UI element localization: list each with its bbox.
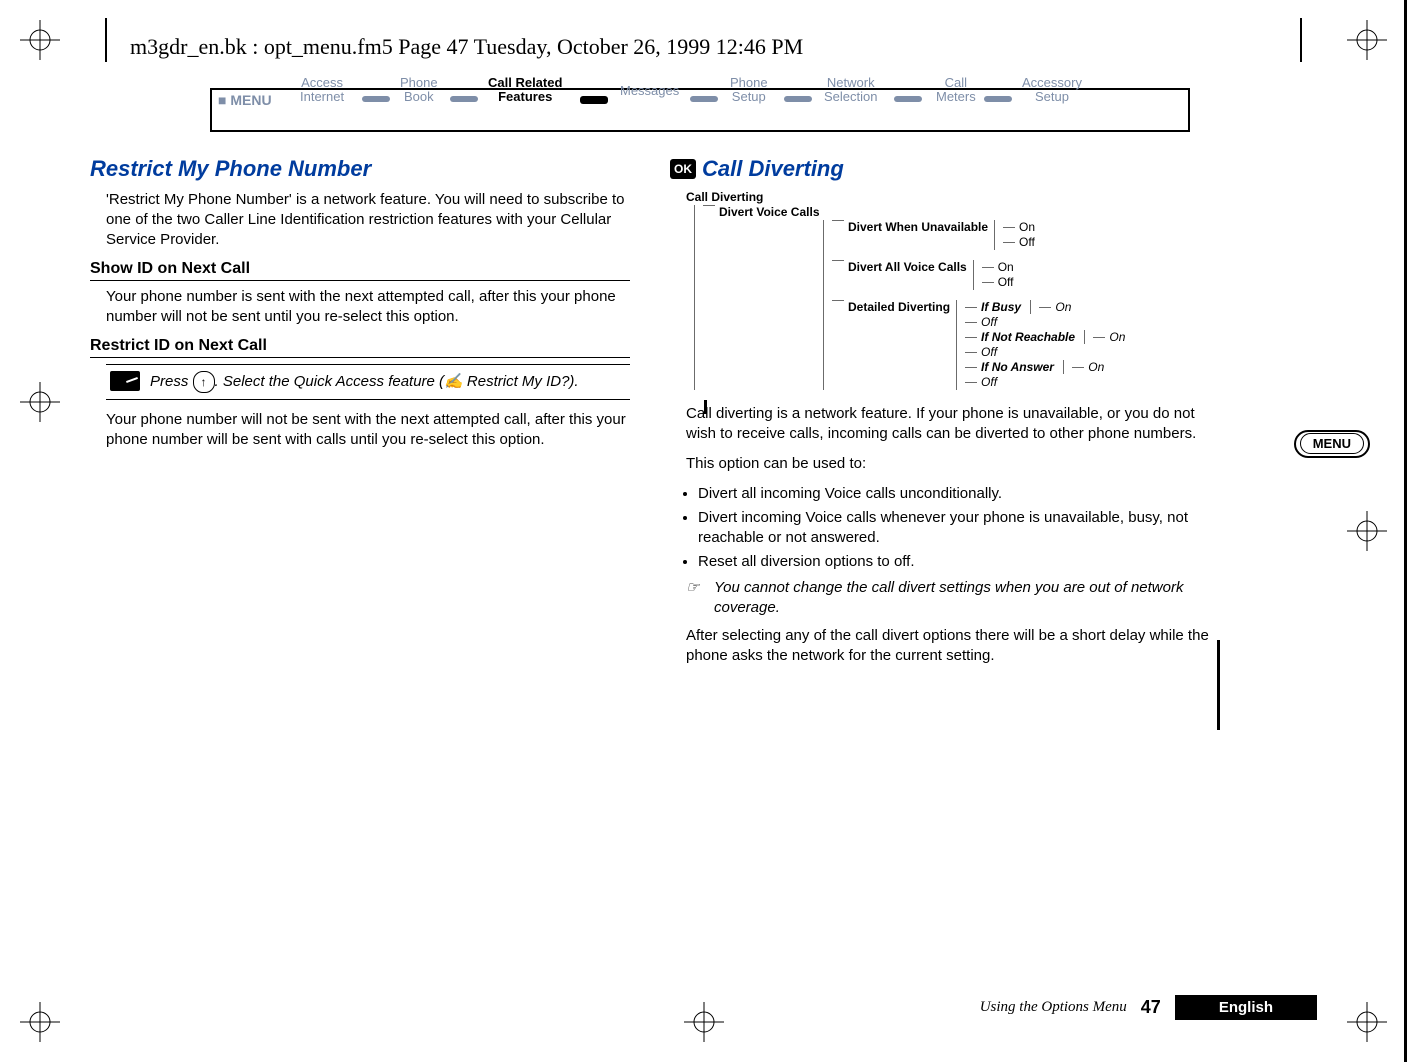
quick-access-box: Press ↑. Select the Quick Access feature… — [106, 364, 630, 400]
crop-mark-icon — [20, 382, 60, 422]
menu-item-call-related-features[interactable]: Call RelatedFeatures — [488, 76, 562, 104]
side-menu-button[interactable]: MENU — [1294, 430, 1370, 458]
subhead-show-id: Show ID on Next Call — [90, 260, 630, 281]
bullet-item: Divert all incoming Voice calls uncondit… — [698, 484, 1210, 504]
diverting-bullets: Divert all incoming Voice calls uncondit… — [698, 484, 1210, 572]
section-title-diverting: OK Call Diverting — [670, 156, 1210, 182]
footer-section: Using the Options Menu — [980, 999, 1127, 1016]
section-title-restrict: Restrict My Phone Number — [90, 156, 630, 182]
top-menu-bar: ■ MENU AccessInternet PhoneBook Call Rel… — [210, 70, 1190, 140]
diverting-tree: Call Diverting Divert Voice Calls Divert… — [686, 190, 1210, 390]
diverting-body2: This option can be used to: — [686, 454, 1210, 474]
ok-icon: OK — [670, 159, 696, 179]
pen-icon: ✍ — [444, 373, 463, 390]
menu-item-phone-setup[interactable]: PhoneSetup — [730, 76, 768, 104]
menu-item-accessory-setup[interactable]: AccessorySetup — [1022, 76, 1082, 104]
restrict-id-body: Your phone number will not be sent with … — [106, 410, 630, 450]
running-header: m3gdr_en.bk : opt_menu.fm5 Page 47 Tuesd… — [130, 34, 803, 60]
show-id-body: Your phone number is sent with the next … — [106, 287, 630, 327]
menu-item-network-selection[interactable]: NetworkSelection — [824, 76, 877, 104]
up-key-icon: ↑ — [193, 371, 215, 393]
menu-item-messages[interactable]: Messages — [620, 84, 679, 98]
right-column: OK Call Diverting Call Diverting Divert … — [670, 150, 1210, 676]
note-line: ☞ You cannot change the call divert sett… — [686, 578, 1210, 618]
restrict-intro: 'Restrict My Phone Number' is a network … — [106, 190, 630, 250]
left-column: Restrict My Phone Number 'Restrict My Ph… — [90, 150, 630, 676]
menu-item-access-internet[interactable]: AccessInternet — [300, 76, 344, 104]
diverting-body3: After selecting any of the call divert o… — [686, 626, 1210, 666]
crop-mark-icon — [1347, 511, 1387, 551]
crop-mark-icon — [1347, 1002, 1387, 1042]
crop-mark-icon — [20, 1002, 60, 1042]
change-bar-icon — [1217, 640, 1220, 730]
diverting-body1: Call diverting is a network feature. If … — [686, 404, 1210, 444]
crop-vertical-icon — [105, 18, 107, 62]
menu-item-call-meters[interactable]: CallMeters — [936, 76, 976, 104]
quick-access-icon — [110, 371, 140, 391]
menu-label: ■ MENU — [218, 92, 272, 108]
footer-page-number: 47 — [1141, 997, 1161, 1018]
crop-mark-icon — [20, 20, 60, 60]
bullet-item: Divert incoming Voice calls whenever you… — [698, 508, 1210, 548]
footer-language: English — [1175, 995, 1317, 1020]
page-footer: Using the Options Menu 47 English — [980, 995, 1317, 1020]
crop-vertical-icon — [1300, 18, 1302, 62]
subhead-restrict-id: Restrict ID on Next Call — [90, 337, 630, 358]
menu-item-phone-book[interactable]: PhoneBook — [400, 76, 438, 104]
crop-mark-icon — [1347, 20, 1387, 60]
column-tick-icon — [704, 400, 707, 414]
quick-access-text: Press ↑. Select the Quick Access feature… — [150, 371, 579, 393]
crop-mark-icon — [684, 1002, 724, 1042]
pointing-hand-icon: ☞ — [686, 578, 710, 618]
bullet-item: Reset all diversion options to off. — [698, 552, 1210, 572]
